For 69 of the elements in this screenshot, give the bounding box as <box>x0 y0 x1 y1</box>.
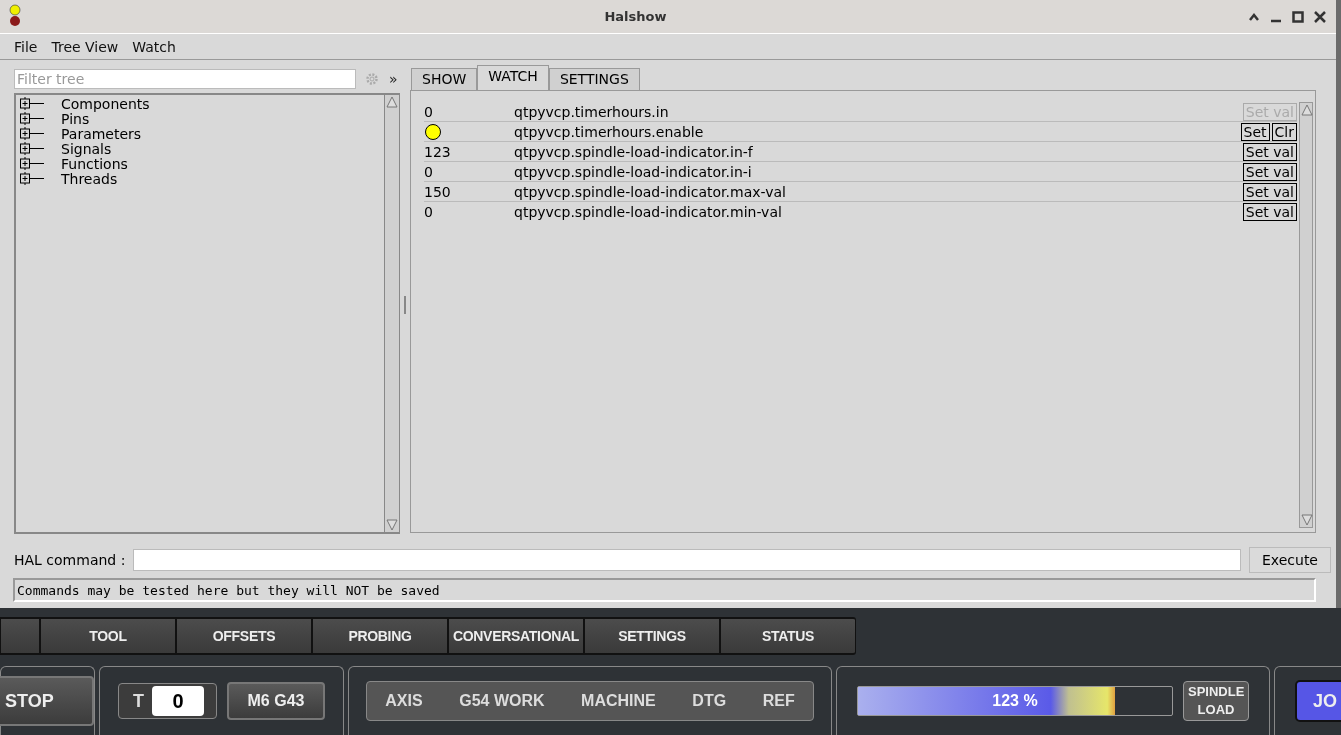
dro-header[interactable]: DTG <box>692 692 727 710</box>
pin-name: qtpyvcp.timerhours.in <box>514 103 669 120</box>
scroll-up-icon[interactable] <box>1301 104 1313 116</box>
tab[interactable]: SETTINGS <box>584 617 720 655</box>
pin-value: 150 <box>424 183 451 200</box>
window-title: Halshow <box>603 9 668 24</box>
scrollbar[interactable] <box>1299 102 1313 528</box>
set-button[interactable]: Set val <box>1242 203 1297 221</box>
expand-icon[interactable] <box>19 97 45 110</box>
scroll-down-icon[interactable] <box>386 519 398 531</box>
set-button[interactable]: Set <box>1240 122 1270 141</box>
execute-button[interactable]: Execute <box>1249 547 1331 573</box>
filter-field[interactable]: Filter tree <box>14 69 356 89</box>
pin-name: qtpyvcp.spindle-load-indicator.in-f <box>514 143 753 160</box>
m6-g43-button[interactable]: M6 G43 <box>227 682 325 720</box>
dro-header[interactable]: AXIS <box>385 692 423 710</box>
tree-item[interactable]: Signals <box>61 140 112 157</box>
pin-value: 123 <box>424 143 451 160</box>
tab[interactable]: SHOW <box>411 68 478 90</box>
dro-header[interactable]: G54 WORK <box>459 692 545 710</box>
tab[interactable]: STATUS <box>720 617 856 655</box>
splitter-handle[interactable] <box>404 296 406 314</box>
tab[interactable]: TOOL <box>40 617 176 655</box>
expand-icon[interactable] <box>19 142 45 155</box>
status-message: Commands may be tested here but they will NOT be saved <box>13 578 1316 602</box>
dro-header[interactable]: MACHINE <box>581 692 656 710</box>
tab[interactable]: WATCH <box>477 65 549 91</box>
set-button[interactable]: Set val <box>1242 182 1297 201</box>
scrollbar[interactable] <box>384 95 400 532</box>
set-button[interactable]: Set val <box>1242 142 1297 161</box>
pin-name: qtpyvcp.timerhours.enable <box>514 123 704 140</box>
set-button[interactable]: Clr <box>1271 122 1297 141</box>
stop-button[interactable]: STOP <box>0 676 94 726</box>
hal-command-label: HAL command : <box>14 552 126 568</box>
pin-name: qtpyvcp.spindle-load-indicator.in-i <box>514 163 752 180</box>
expand-icon[interactable] <box>19 112 45 125</box>
menu-item[interactable]: Watch <box>132 38 176 55</box>
tab[interactable]: CONVERSATIONAL <box>448 617 584 655</box>
pin-name: qtpyvcp.spindle-load-indicator.max-val <box>514 183 786 200</box>
tab[interactable]: PROBING <box>312 617 448 655</box>
expand-icon[interactable] <box>19 157 45 170</box>
tree-item[interactable]: Pins <box>61 110 90 127</box>
pin-value: 0 <box>424 163 433 180</box>
tree-item[interactable]: Threads <box>61 170 118 187</box>
expand-icon[interactable] <box>19 172 45 185</box>
dro-header[interactable]: REF <box>762 692 795 710</box>
pin-value: 0 <box>424 103 433 120</box>
scroll-up-icon[interactable] <box>386 96 398 108</box>
set-button[interactable]: Set val <box>1242 162 1297 181</box>
menu-item[interactable]: Tree View <box>51 38 119 55</box>
pin-name: qtpyvcp.spindle-load-indicator.min-val <box>514 204 782 220</box>
collapse-toggle[interactable]: » <box>389 71 398 87</box>
maximize-icon[interactable] <box>1292 10 1304 23</box>
tree-item[interactable]: Functions <box>61 155 128 172</box>
expand-icon[interactable] <box>19 127 45 140</box>
tree-item[interactable]: Components <box>61 95 150 112</box>
spindle-load-button[interactable]: SPINDLE LOAD <box>1183 681 1249 721</box>
jog-button[interactable]: JO <box>1295 680 1341 722</box>
pin-value: 0 <box>424 204 433 220</box>
tool-number-field[interactable]: 0 <box>152 686 204 716</box>
scroll-down-icon[interactable] <box>1301 514 1313 526</box>
spindle-load-reading: 123 % <box>992 692 1038 710</box>
tree-item[interactable]: Parameters <box>61 125 142 142</box>
menu-item[interactable]: File <box>14 38 38 55</box>
close-icon[interactable] <box>1314 10 1326 23</box>
tab[interactable]: SETTINGS <box>548 68 640 90</box>
hal-command-field[interactable] <box>133 549 1241 571</box>
tool-label: T <box>133 690 144 712</box>
tab[interactable]: OFFSETS <box>176 617 312 655</box>
